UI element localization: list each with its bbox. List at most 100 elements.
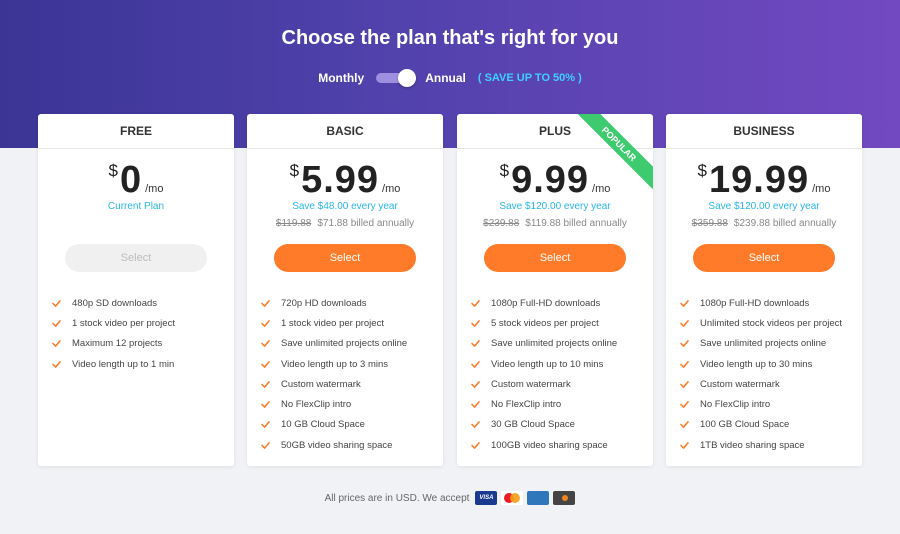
check-icon <box>261 320 270 327</box>
feature-label: Unlimited stock videos per project <box>700 317 843 329</box>
feature-item: 5 stock videos per project <box>471 313 653 333</box>
check-icon <box>52 299 61 307</box>
billed-annually: $239.88 $119.88 billed annually <box>457 218 653 232</box>
plan-card-basic: BASIC $ 5.99 /mo Save $48.00 every year … <box>247 114 443 466</box>
feature-item: 720p HD downloads <box>261 293 443 313</box>
check-icon <box>471 340 480 348</box>
currency-symbol: $ <box>108 161 118 180</box>
check-icon <box>680 380 689 388</box>
billing-toggle-row: Monthly Annual ( SAVE UP TO 50% ) <box>0 68 900 88</box>
feature-item: No FlexClip intro <box>471 394 653 414</box>
feature-label: Save unlimited projects online <box>700 338 827 350</box>
check-icon <box>471 401 480 409</box>
feature-label: 5 stock videos per project <box>491 317 599 329</box>
mastercard-icon <box>501 491 524 505</box>
feature-item: 480p SD downloads <box>52 293 234 313</box>
price-period: /mo <box>592 183 611 195</box>
feature-list: 1080p Full-HD downloads Unlimited stock v… <box>666 293 862 455</box>
check-icon <box>680 401 689 409</box>
footer-text: All prices are in USD. We accept <box>324 492 470 504</box>
feature-item: Save unlimited projects online <box>680 334 862 354</box>
yearly-savings: Save $48.00 every year <box>292 201 398 212</box>
feature-item: 100 GB Cloud Space <box>680 415 862 435</box>
select-button-business[interactable]: Select <box>693 244 835 272</box>
plan-price: $ 19.99 /mo <box>666 159 862 199</box>
check-icon <box>261 401 270 409</box>
feature-list: 480p SD downloads 1 stock video per proje… <box>38 293 234 374</box>
plan-card-plus: POPULAR PLUS $ 9.99 /mo Save $120.00 eve… <box>457 114 653 466</box>
check-icon <box>471 421 480 429</box>
feature-item: 1 stock video per project <box>52 313 234 333</box>
old-price: $239.88 <box>483 218 520 229</box>
feature-item: Video length up to 10 mins <box>471 354 653 374</box>
check-icon <box>680 360 689 368</box>
feature-label: Save unlimited projects online <box>281 338 408 350</box>
feature-label: 720p HD downloads <box>281 297 367 309</box>
feature-item: No FlexClip intro <box>680 394 862 414</box>
feature-item: 1080p Full-HD downloads <box>471 293 653 313</box>
feature-label: 1 stock video per project <box>281 317 384 329</box>
feature-item: Video length up to 30 mins <box>680 354 862 374</box>
feature-label: Custom watermark <box>700 378 780 390</box>
feature-item: No FlexClip intro <box>261 394 443 414</box>
check-icon <box>261 360 270 368</box>
check-icon <box>52 340 61 348</box>
plan-name: BASIC <box>247 114 443 149</box>
feature-item: Video length up to 1 min <box>52 354 234 374</box>
feature-label: 480p SD downloads <box>72 297 158 309</box>
plan-name: FREE <box>38 114 234 149</box>
page-title: Choose the plan that's right for you <box>281 27 619 49</box>
check-icon <box>261 441 270 449</box>
feature-item: 50GB video sharing space <box>261 435 443 455</box>
check-icon <box>680 441 689 449</box>
price-amount: 5.99 <box>301 159 380 201</box>
toggle-knob <box>398 69 417 87</box>
currency-symbol: $ <box>499 161 510 180</box>
amex-icon <box>527 491 550 505</box>
feature-item: Custom watermark <box>680 374 862 394</box>
select-button-free[interactable]: Select <box>65 244 207 272</box>
check-icon <box>261 380 270 388</box>
discover-icon <box>553 491 576 505</box>
feature-label: 100GB video sharing space <box>491 439 608 451</box>
check-icon <box>680 421 689 429</box>
feature-label: 1 stock video per project <box>72 317 175 329</box>
feature-item: Save unlimited projects online <box>261 334 443 354</box>
old-price: $119.88 <box>275 218 312 229</box>
check-icon <box>52 320 61 327</box>
plan-name: BUSINESS <box>666 114 862 149</box>
billing-period-toggle[interactable] <box>376 69 417 87</box>
annual-label[interactable]: Annual <box>425 71 466 85</box>
visa-icon: VISA <box>475 491 498 505</box>
feature-label: Save unlimited projects online <box>491 338 618 350</box>
current-plan-label: Current Plan <box>107 201 165 212</box>
check-icon <box>471 441 480 449</box>
old-price: $359.88 <box>691 218 728 229</box>
feature-label: No FlexClip intro <box>700 399 771 411</box>
feature-item: Video length up to 3 mins <box>261 354 443 374</box>
feature-label: Video length up to 30 mins <box>700 358 813 370</box>
check-icon <box>680 320 689 327</box>
check-icon <box>52 360 61 368</box>
select-button-plus[interactable]: Select <box>484 244 626 272</box>
feature-label: 100 GB Cloud Space <box>700 419 790 431</box>
price-period: /mo <box>812 183 831 195</box>
price-amount: 0 <box>119 159 143 201</box>
check-icon <box>471 299 480 307</box>
feature-label: 10 GB Cloud Space <box>281 419 365 431</box>
feature-item: Custom watermark <box>261 374 443 394</box>
feature-label: 1TB video sharing space <box>700 439 805 451</box>
check-icon <box>680 340 689 348</box>
monthly-label[interactable]: Monthly <box>318 71 364 85</box>
feature-label: 50GB video sharing space <box>281 439 393 451</box>
select-button-basic[interactable]: Select <box>274 244 416 272</box>
feature-label: 30 GB Cloud Space <box>491 419 575 431</box>
plan-price: $ 5.99 /mo <box>247 159 443 199</box>
feature-label: Video length up to 1 min <box>72 358 175 370</box>
feature-item: 1TB video sharing space <box>680 435 862 455</box>
feature-label: Custom watermark <box>491 378 571 390</box>
plan-card-free: FREE $ 0 /mo Current Plan Select 480p SD… <box>38 114 234 466</box>
check-icon <box>680 299 689 307</box>
feature-list: 720p HD downloads 1 stock video per proje… <box>247 293 443 455</box>
check-icon <box>471 320 480 327</box>
